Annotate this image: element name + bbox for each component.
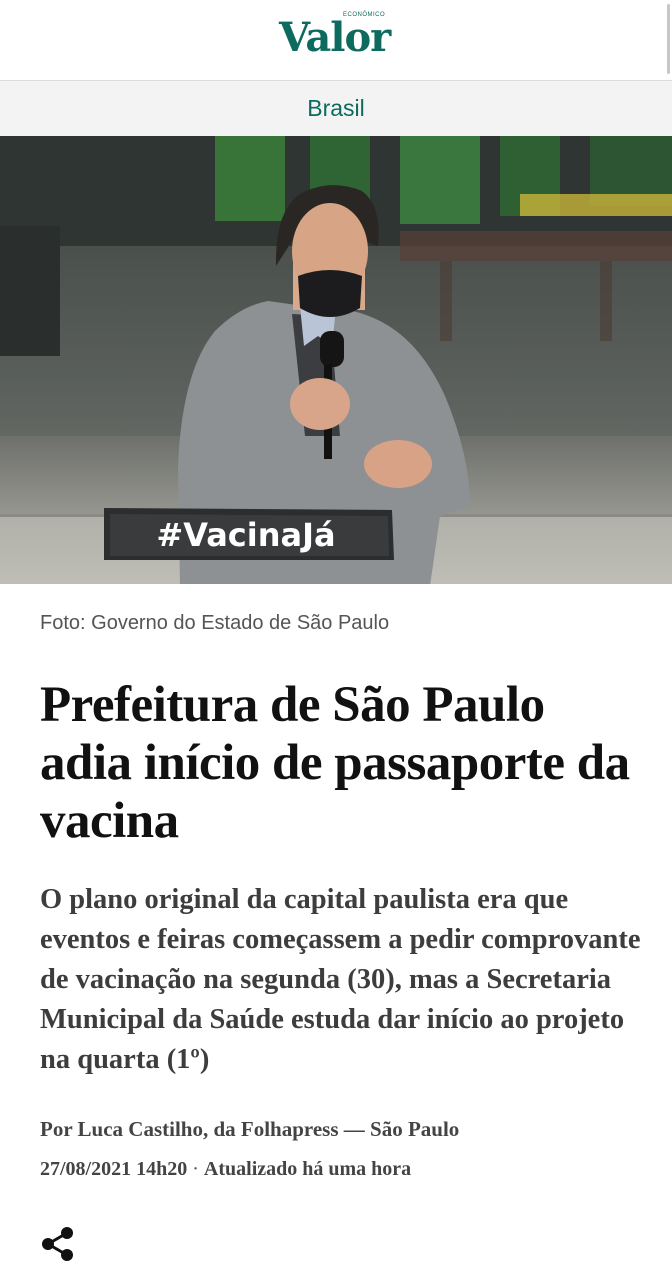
article-byline: Por Luca Castilho, da Folhapress — São P…: [40, 1117, 460, 1141]
valor-logo[interactable]: Valor ECONÔMICO: [279, 12, 399, 64]
article-headline: Prefeitura de São Paulo adia início de p…: [40, 677, 630, 849]
dateline-separator: ·: [192, 1158, 199, 1180]
publish-timestamp: 27/08/2021 14h20: [40, 1158, 188, 1180]
photo-credit: Foto: Governo do Estado de São Paulo: [40, 612, 390, 634]
updated-time: Atualizado há uma hora: [203, 1158, 412, 1180]
share-button[interactable]: [38, 1224, 78, 1264]
scrollbar[interactable]: [667, 4, 670, 74]
article-dateline: 27/08/2021 14h20 · Atualizado há uma hor…: [40, 1158, 411, 1181]
hero-sign-text: #VacinaJá: [156, 516, 335, 554]
section-link-brasil[interactable]: Brasil: [307, 95, 365, 122]
logo-subtext: ECONÔMICO: [343, 12, 386, 18]
hero-illustration: #VacinaJá: [0, 136, 672, 584]
logo-wordmark: Valor: [279, 14, 391, 61]
hero-photo: #VacinaJá: [0, 136, 672, 584]
share-icon: [42, 1227, 73, 1261]
article-subtitle: O plano original da capital paulista era…: [40, 884, 641, 1075]
top-header: Valor ECONÔMICO: [0, 0, 672, 81]
section-bar: Brasil: [0, 81, 672, 136]
